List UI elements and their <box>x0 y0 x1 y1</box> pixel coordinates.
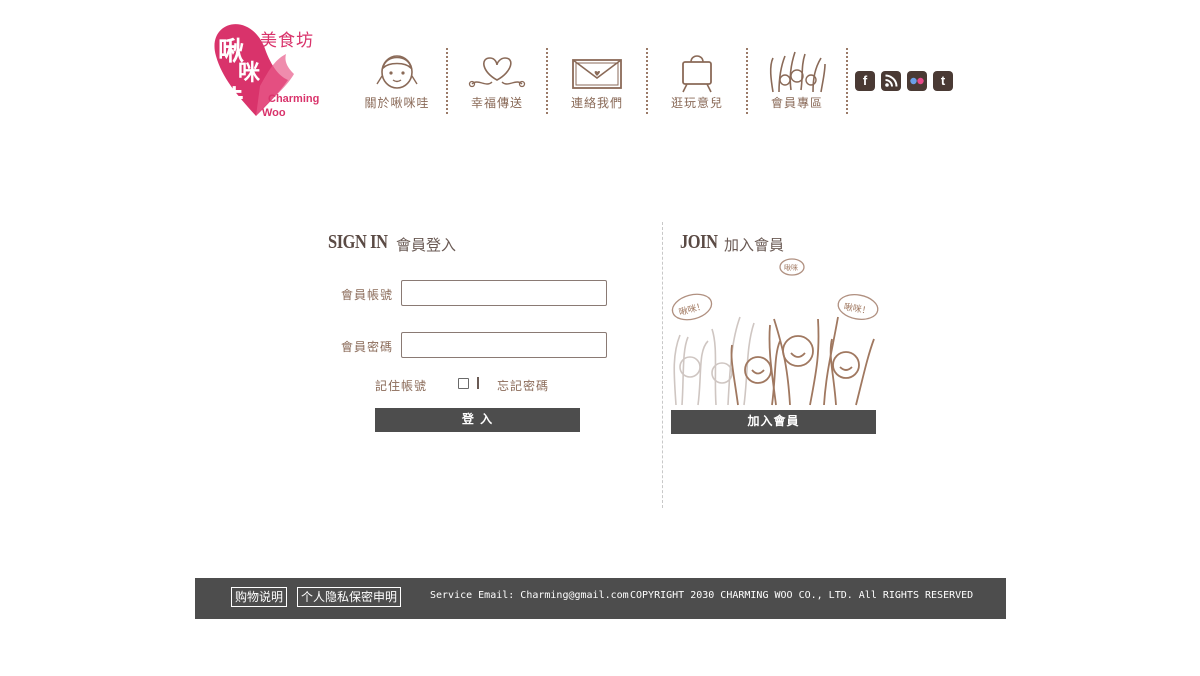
girl-face-icon <box>376 55 418 89</box>
brand-name-en-2: Woo <box>262 107 286 119</box>
nav-label-shop: 逛玩意兒 <box>670 96 723 110</box>
column-divider <box>662 222 663 508</box>
rss-icon[interactable] <box>881 71 901 91</box>
signin-heading: SIGN IN 會員登入 <box>328 231 456 254</box>
remember-label: 記住帳號 <box>375 379 428 393</box>
brand-logo[interactable]: 啾 咪 哇 美食坊 Charming Woo <box>208 16 328 124</box>
raised-hands-icon <box>769 51 826 93</box>
signin-title-cn: 會員登入 <box>396 236 457 254</box>
password-field[interactable] <box>401 332 607 358</box>
nav-label-contact: 連絡我們 <box>570 96 623 110</box>
brand-name-en: Charming <box>268 93 320 105</box>
account-label: 會員帳號 <box>341 288 394 302</box>
shopping-guide-link[interactable]: 购物说明 <box>231 587 288 607</box>
bubble-text-3: 啾咪！ <box>843 301 872 318</box>
heart-string-icon <box>468 57 526 88</box>
cheering-hands-icon: 啾咪 啾咪！ 啾咪！ <box>671 258 879 406</box>
main-nav: 關於啾咪哇 幸福傳送 連絡我們 逛玩意兒 會員專區 <box>348 48 848 116</box>
envelope-icon <box>572 59 622 89</box>
forgot-password-link[interactable]: 忘記密碼 <box>497 377 549 394</box>
svg-text:咪: 咪 <box>238 60 261 86</box>
flickr-icon[interactable] <box>907 71 927 91</box>
join-title-cn: 加入會員 <box>724 236 785 254</box>
join-member-button[interactable]: 加入會員 <box>671 410 876 434</box>
shopping-bag-icon <box>682 55 712 93</box>
facebook-icon[interactable]: f <box>855 71 875 91</box>
nav-label-about: 關於啾咪哇 <box>364 96 430 110</box>
join-title-en: JOIN <box>680 231 718 253</box>
privacy-link[interactable]: 个人隐私保密申明 <box>297 587 402 607</box>
nav-item-contact[interactable]: 連絡我們 <box>548 48 648 114</box>
nav-label-happiness: 幸福傳送 <box>470 96 523 110</box>
svg-text:哇: 哇 <box>216 84 244 117</box>
login-button[interactable]: 登 入 <box>375 408 580 432</box>
social-links: f t <box>855 71 953 91</box>
signin-title-en: SIGN IN <box>328 231 388 253</box>
bubble-text-1: 啾咪 <box>784 263 798 272</box>
separator <box>477 377 479 389</box>
twitter-icon[interactable]: t <box>933 71 953 91</box>
join-heading: JOIN 加入會員 <box>680 231 784 254</box>
nav-item-happiness[interactable]: 幸福傳送 <box>448 48 548 114</box>
copyright-text: COPYRIGHT 2030 CHARMING WOO CO., LTD. Al… <box>630 590 974 601</box>
nav-item-shop[interactable]: 逛玩意兒 <box>648 48 748 114</box>
nav-label-member: 會員專區 <box>770 96 823 110</box>
account-field[interactable] <box>401 280 607 306</box>
nav-item-about[interactable]: 關於啾咪哇 <box>348 48 448 114</box>
footer: 购物说明 个人隐私保密申明 Service Email: Charming@gm… <box>195 578 1006 619</box>
cheering-crowd-illustration: 啾咪 啾咪！ 啾咪！ <box>668 255 888 419</box>
brand-name-cn: 美食坊 <box>260 31 314 51</box>
password-label: 會員密碼 <box>341 340 394 354</box>
service-email[interactable]: Service Email: Charming@gmail.com <box>430 590 629 601</box>
remember-checkbox[interactable] <box>458 378 469 389</box>
nav-item-member[interactable]: 會員專區 <box>748 48 848 114</box>
